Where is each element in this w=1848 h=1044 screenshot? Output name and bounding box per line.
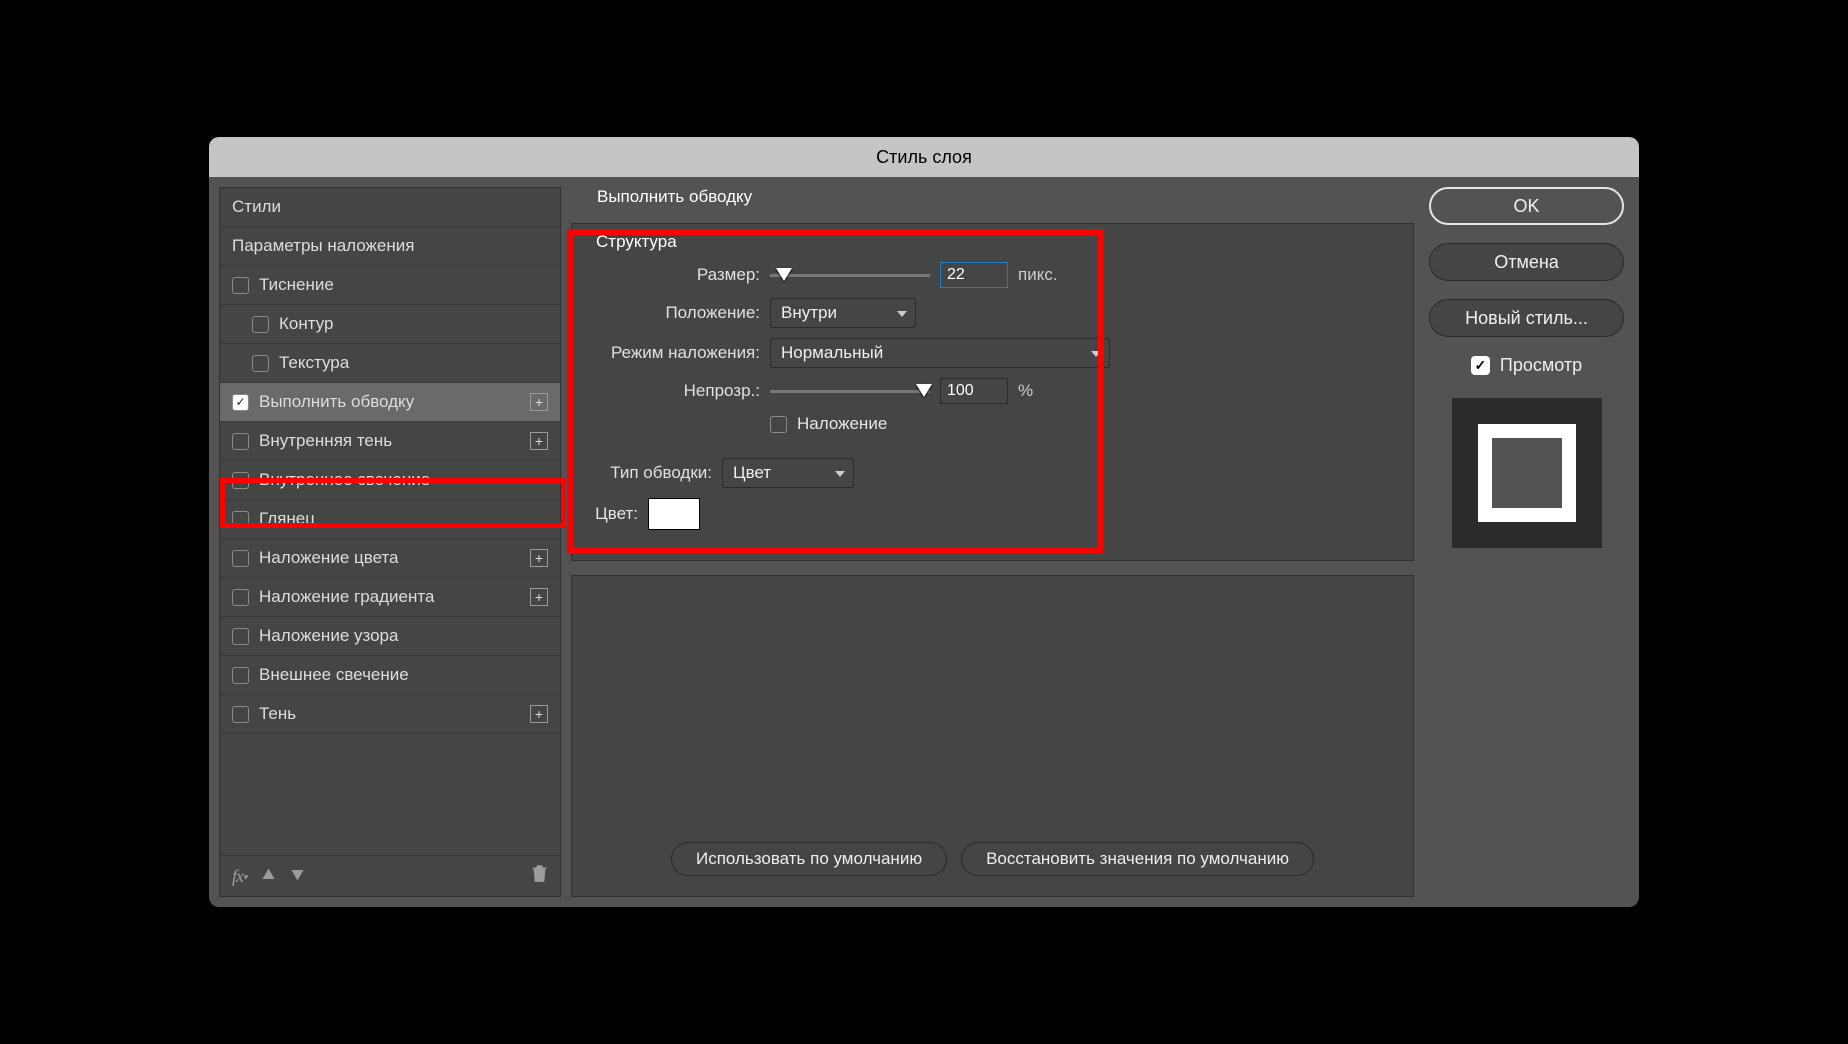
dialog-body: Стили Параметры наложения Тиснение Конту…: [209, 177, 1639, 907]
preview-label: Просмотр: [1500, 355, 1582, 376]
blend-mode-select[interactable]: Нормальный: [770, 338, 1110, 368]
sidebar-item-inner-shadow[interactable]: Внутренняя тень +: [220, 422, 560, 461]
sidebar-item-color-overlay[interactable]: Наложение цвета +: [220, 539, 560, 578]
sidebar-item-outer-glow[interactable]: Внешнее свечение: [220, 656, 560, 695]
fill-type-row: Тип обводки: Цвет: [592, 458, 1393, 488]
color-row: Цвет:: [592, 498, 1393, 530]
sidebar-header-blending-label: Параметры наложения: [232, 236, 414, 256]
move-up-icon[interactable]: [261, 866, 276, 887]
size-input[interactable]: [940, 262, 1008, 288]
checkbox-icon[interactable]: [232, 628, 249, 645]
add-effect-icon[interactable]: +: [530, 705, 548, 723]
overprint-checkbox[interactable]: [770, 416, 787, 433]
sidebar-item-label: Тень: [259, 704, 296, 724]
ok-button[interactable]: OK: [1429, 187, 1624, 225]
position-select[interactable]: Внутри: [770, 298, 916, 328]
sidebar-item-inner-glow[interactable]: Внутреннее свечение: [220, 461, 560, 500]
preview-checkbox[interactable]: ✓: [1471, 356, 1490, 375]
checkbox-icon[interactable]: ✓: [232, 394, 249, 411]
add-effect-icon[interactable]: +: [530, 393, 548, 411]
sidebar-item-label: Текстура: [279, 353, 349, 373]
sidebar-item-label: Глянец: [259, 509, 315, 529]
checkbox-icon[interactable]: [232, 277, 249, 294]
sidebar-item-label: Тиснение: [259, 275, 334, 295]
position-label: Положение:: [592, 303, 760, 323]
checkbox-icon[interactable]: [232, 550, 249, 567]
preview-thumbnail: [1452, 398, 1602, 548]
cancel-button[interactable]: Отмена: [1429, 243, 1624, 281]
settings-panel: Выполнить обводку Структура Размер: пикс…: [571, 187, 1414, 897]
sidebar-item-label: Наложение узора: [259, 626, 398, 646]
new-style-button[interactable]: Новый стиль...: [1429, 299, 1624, 337]
opacity-slider[interactable]: [770, 382, 930, 400]
add-effect-icon[interactable]: +: [530, 432, 548, 450]
size-unit: пикс.: [1018, 265, 1058, 285]
add-effect-icon[interactable]: +: [530, 588, 548, 606]
sidebar-item-drop-shadow[interactable]: Тень +: [220, 695, 560, 734]
sidebar-item-label: Внешнее свечение: [259, 665, 409, 685]
color-swatch[interactable]: [648, 498, 700, 530]
sidebar-header-blending[interactable]: Параметры наложения: [220, 227, 560, 266]
size-slider[interactable]: [770, 266, 930, 284]
position-value: Внутри: [781, 303, 837, 323]
checkbox-icon[interactable]: [232, 589, 249, 606]
add-effect-icon[interactable]: +: [530, 549, 548, 567]
sidebar-item-label: Выполнить обводку: [259, 392, 414, 412]
checkbox-icon[interactable]: [232, 667, 249, 684]
checkbox-icon[interactable]: [232, 433, 249, 450]
checkbox-icon[interactable]: [232, 511, 249, 528]
sidebar-item-gradient-overlay[interactable]: Наложение градиента +: [220, 578, 560, 617]
checkbox-icon[interactable]: [252, 355, 269, 372]
blend-mode-label: Режим наложения:: [592, 343, 760, 363]
sidebar-item-label: Внутренняя тень: [259, 431, 392, 451]
sidebar-item-label: Наложение градиента: [259, 587, 434, 607]
action-panel: OK Отмена Новый стиль... ✓ Просмотр: [1424, 187, 1629, 897]
fill-type-select[interactable]: Цвет: [722, 458, 854, 488]
opacity-input[interactable]: [940, 378, 1008, 404]
sidebar-item-contour[interactable]: Контур: [220, 305, 560, 344]
opacity-unit: %: [1018, 381, 1033, 401]
fill-type-label: Тип обводки:: [592, 463, 712, 483]
sidebar-item-bevel[interactable]: Тиснение: [220, 266, 560, 305]
move-down-icon[interactable]: [290, 866, 305, 887]
overprint-row: Наложение: [592, 414, 1393, 434]
defaults-panel: Использовать по умолчанию Восстановить з…: [571, 575, 1414, 897]
preview-shape: [1478, 424, 1576, 522]
opacity-row: Непрозр.: %: [592, 378, 1393, 404]
position-row: Положение: Внутри: [592, 298, 1393, 328]
checkbox-icon[interactable]: [232, 706, 249, 723]
sidebar-item-stroke[interactable]: ✓ Выполнить обводку +: [220, 383, 560, 422]
structure-panel: Структура Размер: пикс. Положение: Внутр…: [571, 223, 1414, 561]
sidebar-header-styles[interactable]: Стили: [220, 188, 560, 227]
sidebar-header-styles-label: Стили: [232, 197, 281, 217]
blend-mode-row: Режим наложения: Нормальный: [592, 338, 1393, 368]
checkbox-icon[interactable]: [232, 472, 249, 489]
sidebar-footer: fx▾: [220, 855, 560, 896]
reset-default-button[interactable]: Восстановить значения по умолчанию: [961, 842, 1314, 876]
preview-toggle-row: ✓ Просмотр: [1424, 355, 1629, 376]
fx-menu-icon[interactable]: fx▾: [232, 866, 247, 887]
sidebar-item-satin[interactable]: Глянец: [220, 500, 560, 539]
blend-mode-value: Нормальный: [781, 343, 883, 363]
styles-sidebar: Стили Параметры наложения Тиснение Конту…: [219, 187, 561, 897]
sidebar-item-pattern-overlay[interactable]: Наложение узора: [220, 617, 560, 656]
trash-icon[interactable]: [531, 864, 548, 888]
color-label: Цвет:: [592, 504, 638, 524]
sidebar-item-label: Контур: [279, 314, 334, 334]
size-row: Размер: пикс.: [592, 262, 1393, 288]
section-title: Выполнить обводку: [597, 187, 1414, 207]
dialog-title: Стиль слоя: [209, 137, 1639, 177]
structure-title: Структура: [596, 232, 1393, 252]
size-label: Размер:: [592, 265, 760, 285]
checkbox-icon[interactable]: [252, 316, 269, 333]
opacity-label: Непрозр.:: [592, 381, 760, 401]
layer-style-dialog: Стиль слоя Стили Параметры наложения Тис…: [209, 137, 1639, 907]
dialog-title-text: Стиль слоя: [876, 147, 972, 168]
fill-type-value: Цвет: [733, 463, 771, 483]
sidebar-item-texture[interactable]: Текстура: [220, 344, 560, 383]
overprint-label: Наложение: [797, 414, 887, 434]
sidebar-item-label: Внутреннее свечение: [259, 470, 430, 490]
sidebar-item-label: Наложение цвета: [259, 548, 399, 568]
make-default-button[interactable]: Использовать по умолчанию: [671, 842, 947, 876]
